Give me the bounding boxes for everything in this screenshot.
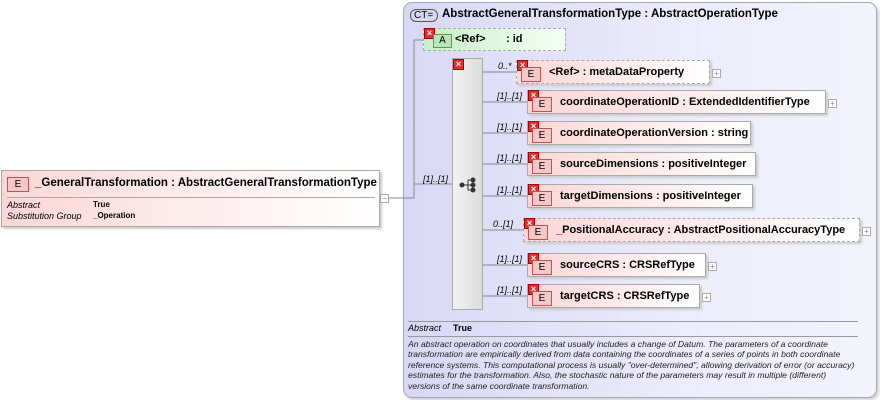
global-element-box[interactable]: E _GeneralTransformation : AbstractGener… bbox=[1, 170, 380, 227]
child-element[interactable]: × EtargetDimensions : positiveInteger bbox=[527, 184, 753, 208]
cardinality: 0..* bbox=[498, 61, 512, 71]
expand-button[interactable]: + bbox=[862, 227, 871, 236]
cardinality: [1]..[1] bbox=[497, 91, 523, 101]
cardinality: [1]..[1] bbox=[497, 122, 523, 132]
attribute-id[interactable]: × A <Ref> : id bbox=[423, 28, 566, 51]
element-badge: E bbox=[532, 128, 552, 143]
cardinality: [1]..[1] bbox=[423, 174, 449, 184]
sequence-icon bbox=[459, 177, 476, 193]
cardinality: [1]..[1] bbox=[497, 285, 523, 295]
element-label: <Ref> : metaDataProperty bbox=[549, 66, 685, 78]
attribute-name: : id bbox=[506, 33, 523, 45]
expand-button[interactable]: + bbox=[702, 293, 711, 302]
element-badge: E bbox=[532, 159, 552, 174]
element-badge: E bbox=[532, 260, 552, 275]
attribute-ref: <Ref> bbox=[455, 33, 486, 45]
expand-button[interactable]: + bbox=[828, 99, 837, 108]
element-badge: E bbox=[521, 67, 541, 82]
element-label: sourceDimensions : positiveInteger bbox=[560, 158, 747, 170]
element-label: targetDimensions : positiveInteger bbox=[560, 190, 741, 202]
child-element[interactable]: × EtargetCRS : CRSRefType bbox=[527, 284, 700, 308]
prop-value: True bbox=[93, 200, 110, 209]
element-badge: E bbox=[528, 225, 548, 240]
element-badge: E bbox=[532, 291, 552, 306]
attribute-badge: A bbox=[433, 34, 452, 48]
prop-label: Abstract bbox=[7, 200, 41, 210]
element-title: _GeneralTransformation : AbstractGeneral… bbox=[35, 177, 377, 189]
close-icon: × bbox=[453, 59, 464, 70]
element-label: coordinateOperationVersion : string bbox=[560, 127, 749, 139]
child-element[interactable]: × EsourceDimensions : positiveInteger bbox=[527, 152, 756, 176]
cardinality: 0..[1] bbox=[493, 219, 514, 229]
collapse-button[interactable]: − bbox=[380, 194, 389, 203]
expand-button[interactable]: + bbox=[708, 262, 717, 271]
cardinality: [1]..[1] bbox=[497, 254, 523, 264]
element-badge: E bbox=[532, 191, 552, 206]
element-badge: E bbox=[7, 177, 29, 192]
prop-value: _Operation bbox=[93, 211, 136, 220]
element-label: coordinateOperationID : ExtendedIdentifi… bbox=[560, 96, 810, 108]
element-label: targetCRS : CRSRefType bbox=[560, 290, 690, 302]
child-element[interactable]: × EsourceCRS : CRSRefType bbox=[527, 253, 706, 277]
child-element[interactable]: × EcoordinateOperationVersion : string bbox=[527, 121, 751, 145]
prop-label: Substitution Group bbox=[7, 211, 82, 221]
element-label: _PositionalAccuracy : AbstractPositional… bbox=[556, 224, 846, 236]
child-element[interactable]: × EcoordinateOperationID : ExtendedIdenti… bbox=[527, 90, 826, 114]
cardinality: [1]..[1] bbox=[497, 185, 523, 195]
divider bbox=[7, 197, 375, 198]
element-badge: E bbox=[532, 97, 552, 112]
child-element[interactable]: × E _PositionalAccuracy : AbstractPosition… bbox=[523, 218, 860, 242]
sequence-compositor[interactable]: × bbox=[452, 58, 483, 310]
child-element[interactable]: × E <Ref> : metaDataProperty bbox=[516, 60, 710, 84]
element-label: sourceCRS : CRSRefType bbox=[560, 259, 695, 271]
cardinality: [1]..[1] bbox=[497, 153, 523, 163]
expand-button[interactable]: + bbox=[712, 69, 721, 78]
